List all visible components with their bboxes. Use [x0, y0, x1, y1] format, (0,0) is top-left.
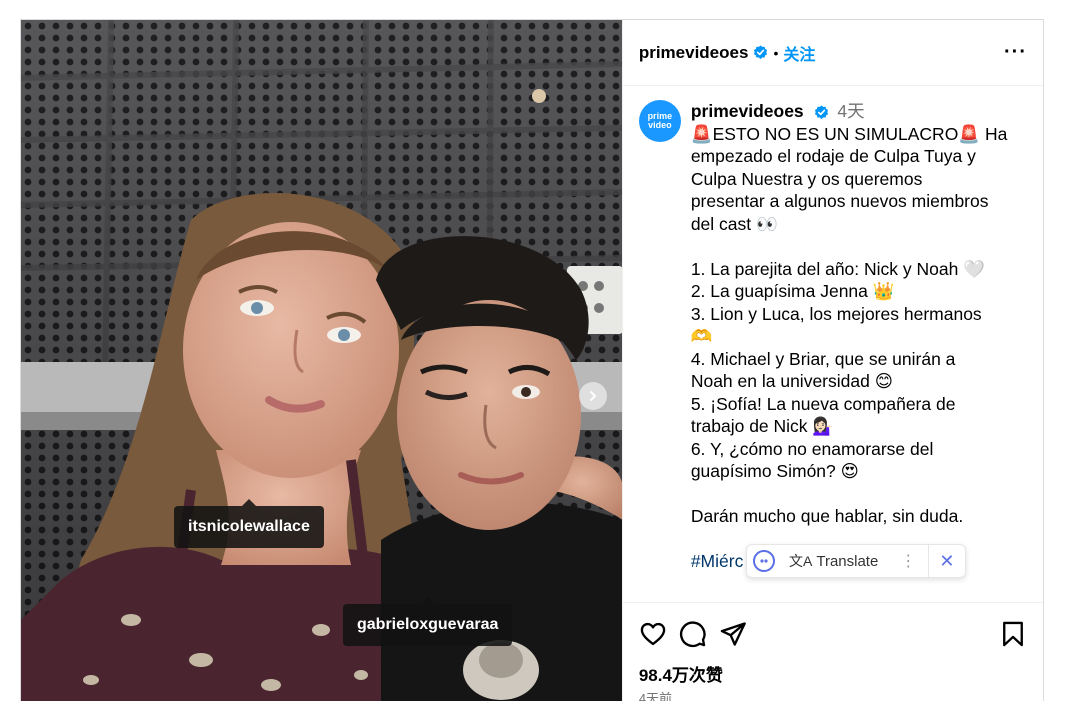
caption-line: 🚨ESTO NO ES UN SIMULACRO🚨 Ha [690, 123, 1008, 144]
post-side-panel: primevideoes • 关注 ··· prime video primev… [621, 20, 1043, 701]
translate-options-button[interactable]: ⋮ [900, 551, 916, 571]
caption-line: trabajo de Nick 💁🏻‍♀️ [690, 416, 835, 436]
hashtag-link[interactable]: #Miérc [691, 551, 744, 571]
caption-line: 6. Y, ¿cómo no enamorarse del [690, 438, 934, 459]
caption-line: 3. Lion y Luca, los mejores hermanos [690, 303, 982, 324]
caption-username[interactable]: primevideoes [691, 101, 804, 121]
header-separator: • [773, 44, 779, 61]
follow-button[interactable]: 关注 [783, 41, 815, 65]
heart-icon [640, 622, 666, 646]
post-header: primevideoes • 关注 ··· [622, 20, 1043, 86]
like-button[interactable] [639, 620, 667, 648]
caption-line: 4. Michael y Briar, que se unirán a [690, 348, 956, 369]
caption-line: Darán mucho que hablar, sin duda. [690, 506, 964, 526]
caption-line: 🫶 [690, 326, 713, 346]
post-actions: 98.4万次赞 4天前 [622, 602, 1043, 701]
caption-line [691, 483, 1025, 506]
caption-line: 2. La guapísima Jenna 👑 [690, 281, 895, 301]
bookmark-icon [1003, 621, 1023, 647]
caption-area: prime video primevideoes 4天 🚨ESTO NO ES … [623, 86, 1043, 602]
caption-line: Noah en la universidad 😊 [690, 371, 893, 391]
caption-line: presentar a algunos nuevos miembros [690, 191, 989, 211]
caption-line [691, 235, 1025, 258]
close-icon[interactable]: ✕ [939, 551, 954, 572]
header-username[interactable]: primevideoes [639, 43, 749, 63]
user-tag[interactable]: itsnicolewallace [174, 499, 324, 548]
post-caption: primevideoes 4天 🚨ESTO NO ES UN SIMULACRO… [691, 100, 1025, 602]
translate-button[interactable]: 文A Translate [789, 551, 878, 571]
avatar[interactable]: prime video [638, 100, 681, 142]
more-options-button[interactable]: ··· [1004, 41, 1027, 64]
verified-icon [814, 105, 829, 120]
caption-line: Culpa Nuestra y os queremos [690, 168, 923, 189]
send-icon [720, 622, 746, 646]
comment-button[interactable] [679, 620, 707, 648]
comment-icon [679, 621, 706, 648]
translate-label: Translate [816, 552, 879, 570]
post-modal: itsnicolewallace gabrieloxguevaraa prime… [20, 19, 1044, 701]
caption-line: guapísimo Simón? 😍 [690, 461, 859, 481]
translator-logo-icon[interactable] [753, 550, 775, 572]
share-button[interactable] [719, 620, 747, 648]
post-date: 4天前 [638, 691, 673, 701]
chevron-right-icon [590, 391, 596, 401]
post-photo[interactable]: itsnicolewallace gabrieloxguevaraa [21, 20, 622, 701]
avatar-text: video [648, 120, 672, 130]
divider [928, 544, 930, 578]
caption-text: 🚨ESTO NO ES UN SIMULACRO🚨 Ha empezado el … [691, 123, 1025, 551]
caption-time[interactable]: 4天 [837, 101, 864, 121]
caption-line: 5. ¡Sofía! La nueva compañera de [690, 393, 956, 414]
translate-popup: 文A Translate ⋮ ✕ [746, 544, 966, 578]
next-photo-button[interactable] [579, 382, 607, 410]
caption-line: empezado el rodaje de Culpa Tuya y [690, 146, 976, 166]
likes-count[interactable]: 98.4万次赞 [639, 661, 1027, 686]
user-tag[interactable]: gabrieloxguevaraa [343, 597, 513, 646]
selfie-illustration [21, 20, 622, 701]
verified-icon [753, 45, 768, 60]
action-icons [639, 603, 1027, 655]
save-button[interactable] [999, 620, 1027, 648]
caption-line: 1. La parejita del año: Nick y Noah 🤍 [690, 258, 985, 279]
caption-line: del cast 👀 [690, 213, 778, 234]
translate-icon: 文A [789, 553, 813, 569]
